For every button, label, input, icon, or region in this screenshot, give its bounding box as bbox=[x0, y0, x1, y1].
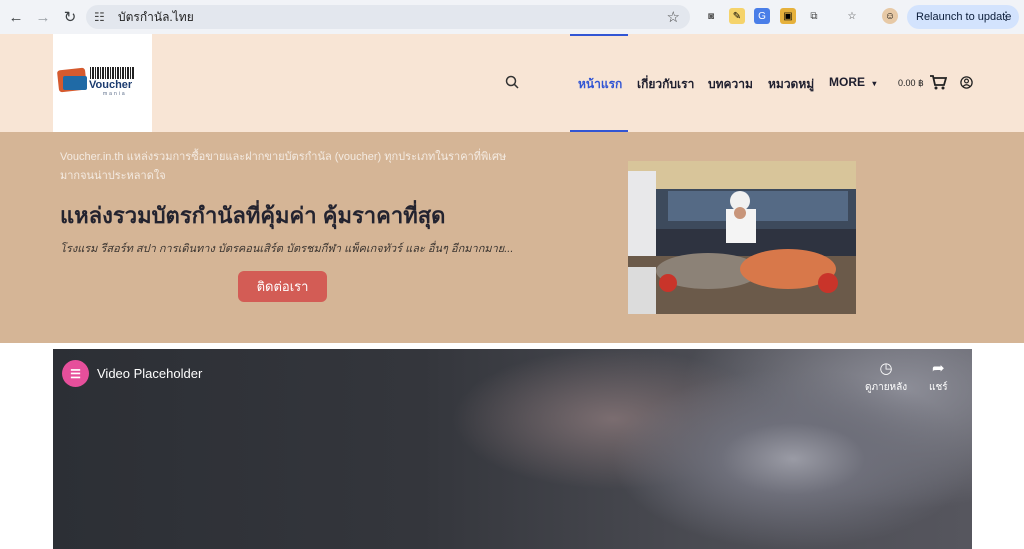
camera-icon[interactable]: ◙ bbox=[703, 8, 719, 24]
clock-icon: ◷ bbox=[879, 360, 893, 377]
nav-item-home[interactable]: หน้าแรก bbox=[578, 75, 622, 94]
logo-subtext: mania bbox=[103, 91, 127, 97]
hero-subtitle: โรงแรม รีสอร์ท สปา การเดินทาง บัตรคอนเสิ… bbox=[60, 243, 514, 255]
extension-card-icon[interactable]: ▣ bbox=[780, 8, 796, 24]
active-nav-indicator-top bbox=[570, 34, 628, 36]
nav-item-about[interactable]: เกี่ยวกับเรา bbox=[637, 75, 694, 94]
site-info-icon[interactable]: ☷ bbox=[94, 10, 112, 24]
bookmark-star-icon[interactable]: ☆ bbox=[667, 8, 680, 26]
cart-amount[interactable]: 0.00 ฿ bbox=[898, 78, 924, 89]
search-icon[interactable] bbox=[505, 75, 519, 89]
hero-buffet-photo bbox=[628, 161, 856, 314]
profile-avatar-icon[interactable]: ☺ bbox=[882, 8, 898, 24]
account-icon[interactable] bbox=[960, 76, 973, 89]
menu-dots-icon[interactable]: ⋮ bbox=[1000, 9, 1012, 23]
browser-toolbar: ← → ↻ ☷ บัตรกำนัล.ไทย ☆ ◙ ✎ G ▣ ⧉ ☆ ☺ Re… bbox=[0, 0, 1024, 34]
logo-card-graphic-2 bbox=[63, 76, 87, 90]
logo-text: Voucher bbox=[89, 79, 133, 91]
watch-later-label: ดูภายหลัง bbox=[865, 382, 908, 393]
nav-item-categories[interactable]: หมวดหมู่ bbox=[768, 75, 814, 94]
hero-intro-line-1: Voucher.in.th แหล่งรวมการซื้อขายและฝากขา… bbox=[60, 151, 507, 163]
reload-icon[interactable]: ↻ bbox=[58, 5, 82, 29]
url-text[interactable]: บัตรกำนัล.ไทย bbox=[118, 8, 194, 27]
video-title[interactable]: Video Placeholder bbox=[97, 366, 202, 381]
video-player[interactable]: ☰ Video Placeholder ◷ ดูภายหลัง ➦ แชร์ bbox=[53, 349, 972, 549]
watch-later-button[interactable]: ◷ ดูภายหลัง bbox=[865, 359, 907, 395]
chevron-down-icon: ▾ bbox=[872, 79, 877, 88]
address-bar[interactable]: ☷ บัตรกำนัล.ไทย ☆ bbox=[86, 5, 690, 29]
nav-item-articles[interactable]: บทความ bbox=[708, 75, 753, 94]
cart-icon[interactable] bbox=[929, 74, 947, 90]
forward-icon[interactable]: → bbox=[31, 5, 55, 29]
extension-pencil-icon[interactable]: ✎ bbox=[729, 8, 745, 24]
nav-item-more[interactable]: MORE ▾ bbox=[829, 75, 876, 89]
contact-us-button[interactable]: ติดต่อเรา bbox=[238, 271, 327, 302]
share-button[interactable]: ➦ แชร์ bbox=[929, 359, 948, 395]
translate-icon[interactable]: G bbox=[754, 8, 770, 24]
share-icon: ➦ bbox=[932, 360, 945, 377]
elementor-logo-icon: ☰ bbox=[62, 360, 89, 387]
hero-intro: Voucher.in.th แหล่งรวมการซื้อขายและฝากขา… bbox=[60, 148, 510, 186]
hero-title: แหล่งรวมบัตรกำนัลที่คุ้มค่า คุ้มราคาที่ส… bbox=[60, 203, 446, 228]
site-header: Voucher mania หน้าแรก เกี่ยวกับเรา บทควา… bbox=[0, 34, 1024, 132]
back-icon[interactable]: ← bbox=[4, 5, 28, 29]
puzzle-icon[interactable]: ⧉ bbox=[806, 8, 822, 24]
site-logo[interactable]: Voucher mania bbox=[53, 34, 152, 132]
relaunch-button[interactable]: Relaunch to update ⋮ bbox=[907, 5, 1019, 29]
relaunch-label: Relaunch to update bbox=[916, 11, 1012, 23]
share-label: แชร์ bbox=[929, 382, 948, 393]
logo-barcode-graphic bbox=[90, 67, 135, 79]
hero-intro-line-2: มากจนน่าประหลาดใจ bbox=[60, 170, 166, 182]
bookmarks-icon[interactable]: ☆ bbox=[844, 8, 860, 24]
nav-more-label: MORE bbox=[829, 75, 865, 89]
hero-section: Voucher.in.th แหล่งรวมการซื้อขายและฝากขา… bbox=[0, 132, 1024, 343]
